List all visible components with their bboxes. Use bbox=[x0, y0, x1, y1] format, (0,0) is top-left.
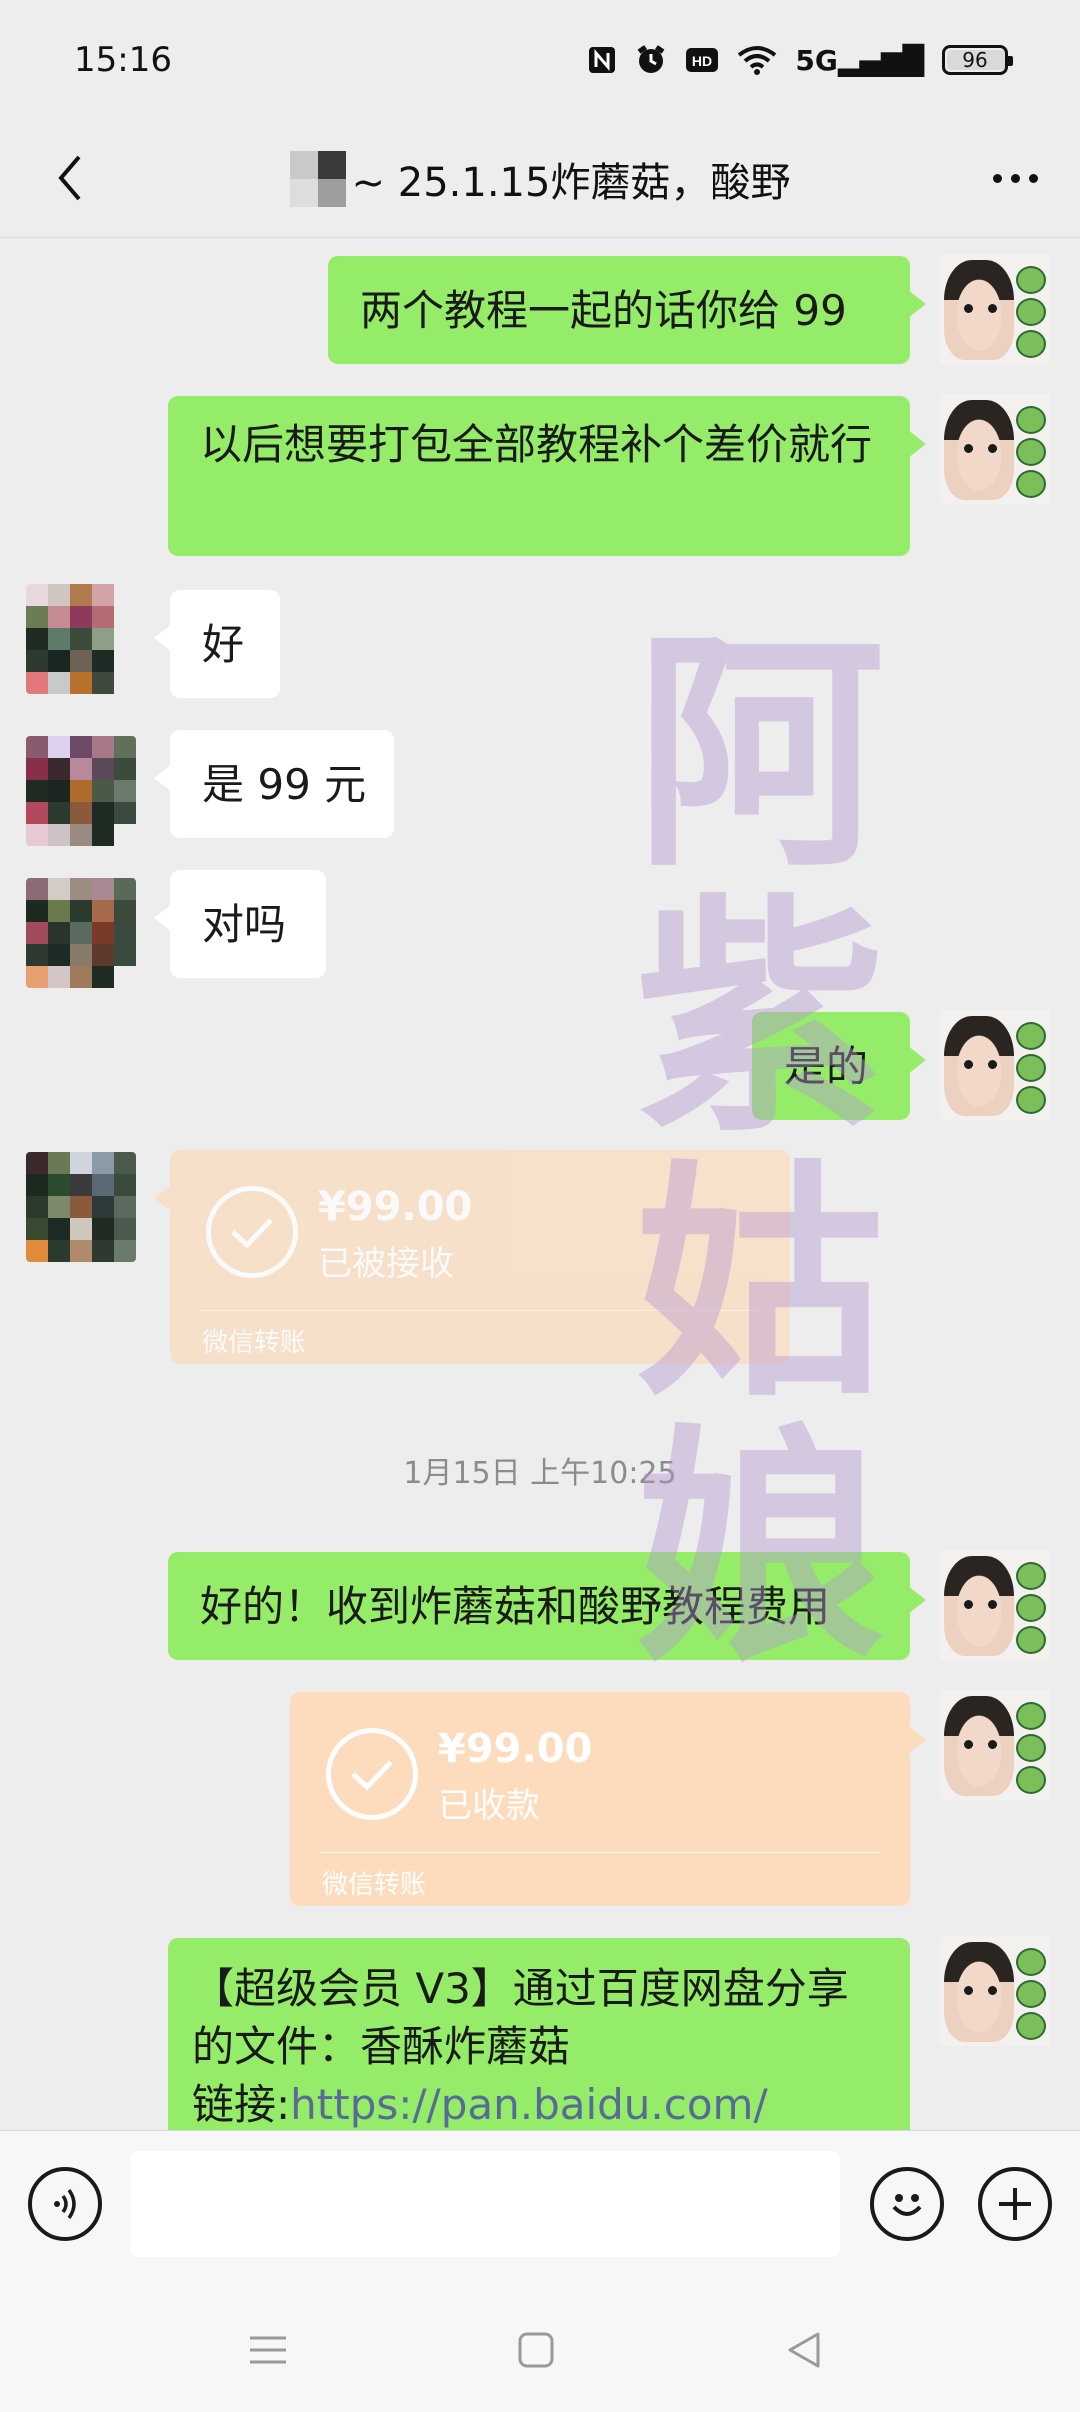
message-text: 是 99 元 bbox=[202, 760, 367, 809]
my-avatar[interactable] bbox=[940, 394, 1050, 504]
system-nav-bar bbox=[0, 2290, 1080, 2412]
group-avatar bbox=[289, 150, 346, 207]
chat-title-text: ~ 25.1.15炸蘑菇，酸野 bbox=[351, 159, 791, 206]
hd-icon: HD bbox=[686, 48, 719, 72]
transfer-card-received[interactable]: ¥99.00 已被接收 微信转账 bbox=[154, 1150, 790, 1364]
contact-avatar[interactable] bbox=[26, 1152, 136, 1262]
message-bubble-sent[interactable]: 两个教程一起的话你给 99 bbox=[328, 256, 926, 364]
message-bubble-sent[interactable]: 【超级会员 V3】通过百度网盘分享的文件：香酥炸蘑菇 链接:https://pa… bbox=[168, 1938, 910, 2138]
contact-avatar[interactable] bbox=[26, 736, 136, 846]
link-label: 链接: bbox=[192, 2080, 291, 2129]
status-bar: 15:16 HD 5G▂▄▆█ 96 bbox=[0, 0, 1080, 120]
transfer-amount: ¥99.00 bbox=[318, 1184, 473, 1230]
menu-button[interactable] bbox=[228, 2320, 308, 2380]
voice-button[interactable] bbox=[28, 2167, 102, 2241]
transfer-footer: 微信转账 bbox=[202, 1328, 307, 1358]
back-button[interactable] bbox=[40, 148, 100, 208]
plus-icon bbox=[999, 2188, 1031, 2220]
voice-icon bbox=[54, 2188, 76, 2220]
message-bubble-received[interactable]: 是 99 元 bbox=[154, 730, 394, 838]
emoji-button[interactable] bbox=[870, 2167, 944, 2241]
5g-signal-icon: 5G▂▄▆█ bbox=[795, 43, 924, 77]
divider bbox=[200, 1310, 760, 1311]
contact-avatar[interactable] bbox=[26, 878, 136, 988]
input-bar bbox=[0, 2130, 1080, 2290]
message-text: 对吗 bbox=[202, 900, 287, 949]
message-text: 是的 bbox=[784, 1042, 869, 1091]
status-time: 15:16 bbox=[74, 40, 172, 80]
my-avatar[interactable] bbox=[940, 254, 1050, 364]
message-bubble-sent[interactable]: 好的！收到炸蘑菇和酸野教程费用 bbox=[168, 1552, 926, 1660]
watermark-char: 阿 bbox=[635, 605, 885, 900]
alarm-icon bbox=[637, 45, 665, 73]
nfc-icon bbox=[589, 47, 616, 73]
message-text: 【超级会员 V3】通过百度网盘分享的文件：香酥炸蘑菇 bbox=[192, 1964, 849, 2071]
home-square-icon bbox=[518, 2332, 554, 2368]
battery-icon: 96 bbox=[942, 45, 1013, 75]
my-avatar[interactable] bbox=[940, 1936, 1050, 2046]
message-bubble-sent[interactable]: 是的 bbox=[752, 1012, 926, 1120]
message-text: 好的！收到炸蘑菇和酸野教程费用 bbox=[200, 1582, 831, 1631]
message-bubble-received[interactable]: 好 bbox=[154, 590, 280, 698]
transfer-footer: 微信转账 bbox=[322, 1870, 427, 1900]
status-icons: HD 5G▂▄▆█ 96 bbox=[587, 43, 1013, 77]
chat-header: ~ 25.1.15炸蘑菇，酸野 bbox=[0, 120, 1080, 238]
contact-avatar[interactable] bbox=[26, 584, 136, 694]
chat-timestamp: 1月15日 上午10:25 bbox=[403, 1456, 677, 1491]
wifi-icon bbox=[738, 46, 777, 75]
transfer-amount: ¥99.00 bbox=[438, 1726, 593, 1772]
check-circle-icon bbox=[326, 1728, 418, 1820]
divider bbox=[320, 1852, 880, 1853]
svg-text:HD: HD bbox=[692, 53, 712, 69]
message-text: 好 bbox=[202, 620, 245, 669]
share-link[interactable]: https://pan.baidu.com/ bbox=[290, 2080, 767, 2129]
more-functions-button[interactable] bbox=[978, 2167, 1052, 2241]
message-text: 两个教程一起的话你给 99 bbox=[360, 286, 847, 335]
transfer-status: 已收款 bbox=[438, 1786, 540, 1826]
transfer-status: 已被接收 bbox=[318, 1244, 454, 1284]
network-type: 5G bbox=[795, 43, 838, 77]
more-options-button[interactable] bbox=[980, 148, 1050, 208]
message-bubble-sent[interactable]: 以后想要打包全部教程补个差价就行 bbox=[168, 396, 926, 556]
transfer-card-sent[interactable]: ¥99.00 已收款 微信转账 bbox=[290, 1692, 926, 1906]
back-triangle-icon bbox=[788, 2332, 820, 2368]
message-text: 以后想要打包全部教程补个差价就行 bbox=[200, 420, 873, 469]
home-button[interactable] bbox=[496, 2320, 576, 2380]
check-circle-icon bbox=[206, 1186, 298, 1278]
emoji-icon bbox=[892, 2194, 922, 2216]
message-bubble-received[interactable]: 对吗 bbox=[154, 870, 326, 978]
menu-icon bbox=[250, 2336, 286, 2364]
chevron-left-icon bbox=[58, 155, 81, 201]
battery-level: 96 bbox=[962, 48, 988, 72]
system-back-button[interactable] bbox=[764, 2320, 844, 2380]
my-avatar[interactable] bbox=[940, 1010, 1050, 1120]
my-avatar[interactable] bbox=[940, 1550, 1050, 1660]
my-avatar[interactable] bbox=[940, 1690, 1050, 1800]
chat-title[interactable]: ~ 25.1.15炸蘑菇，酸野 bbox=[289, 150, 791, 208]
message-input[interactable] bbox=[130, 2151, 840, 2257]
